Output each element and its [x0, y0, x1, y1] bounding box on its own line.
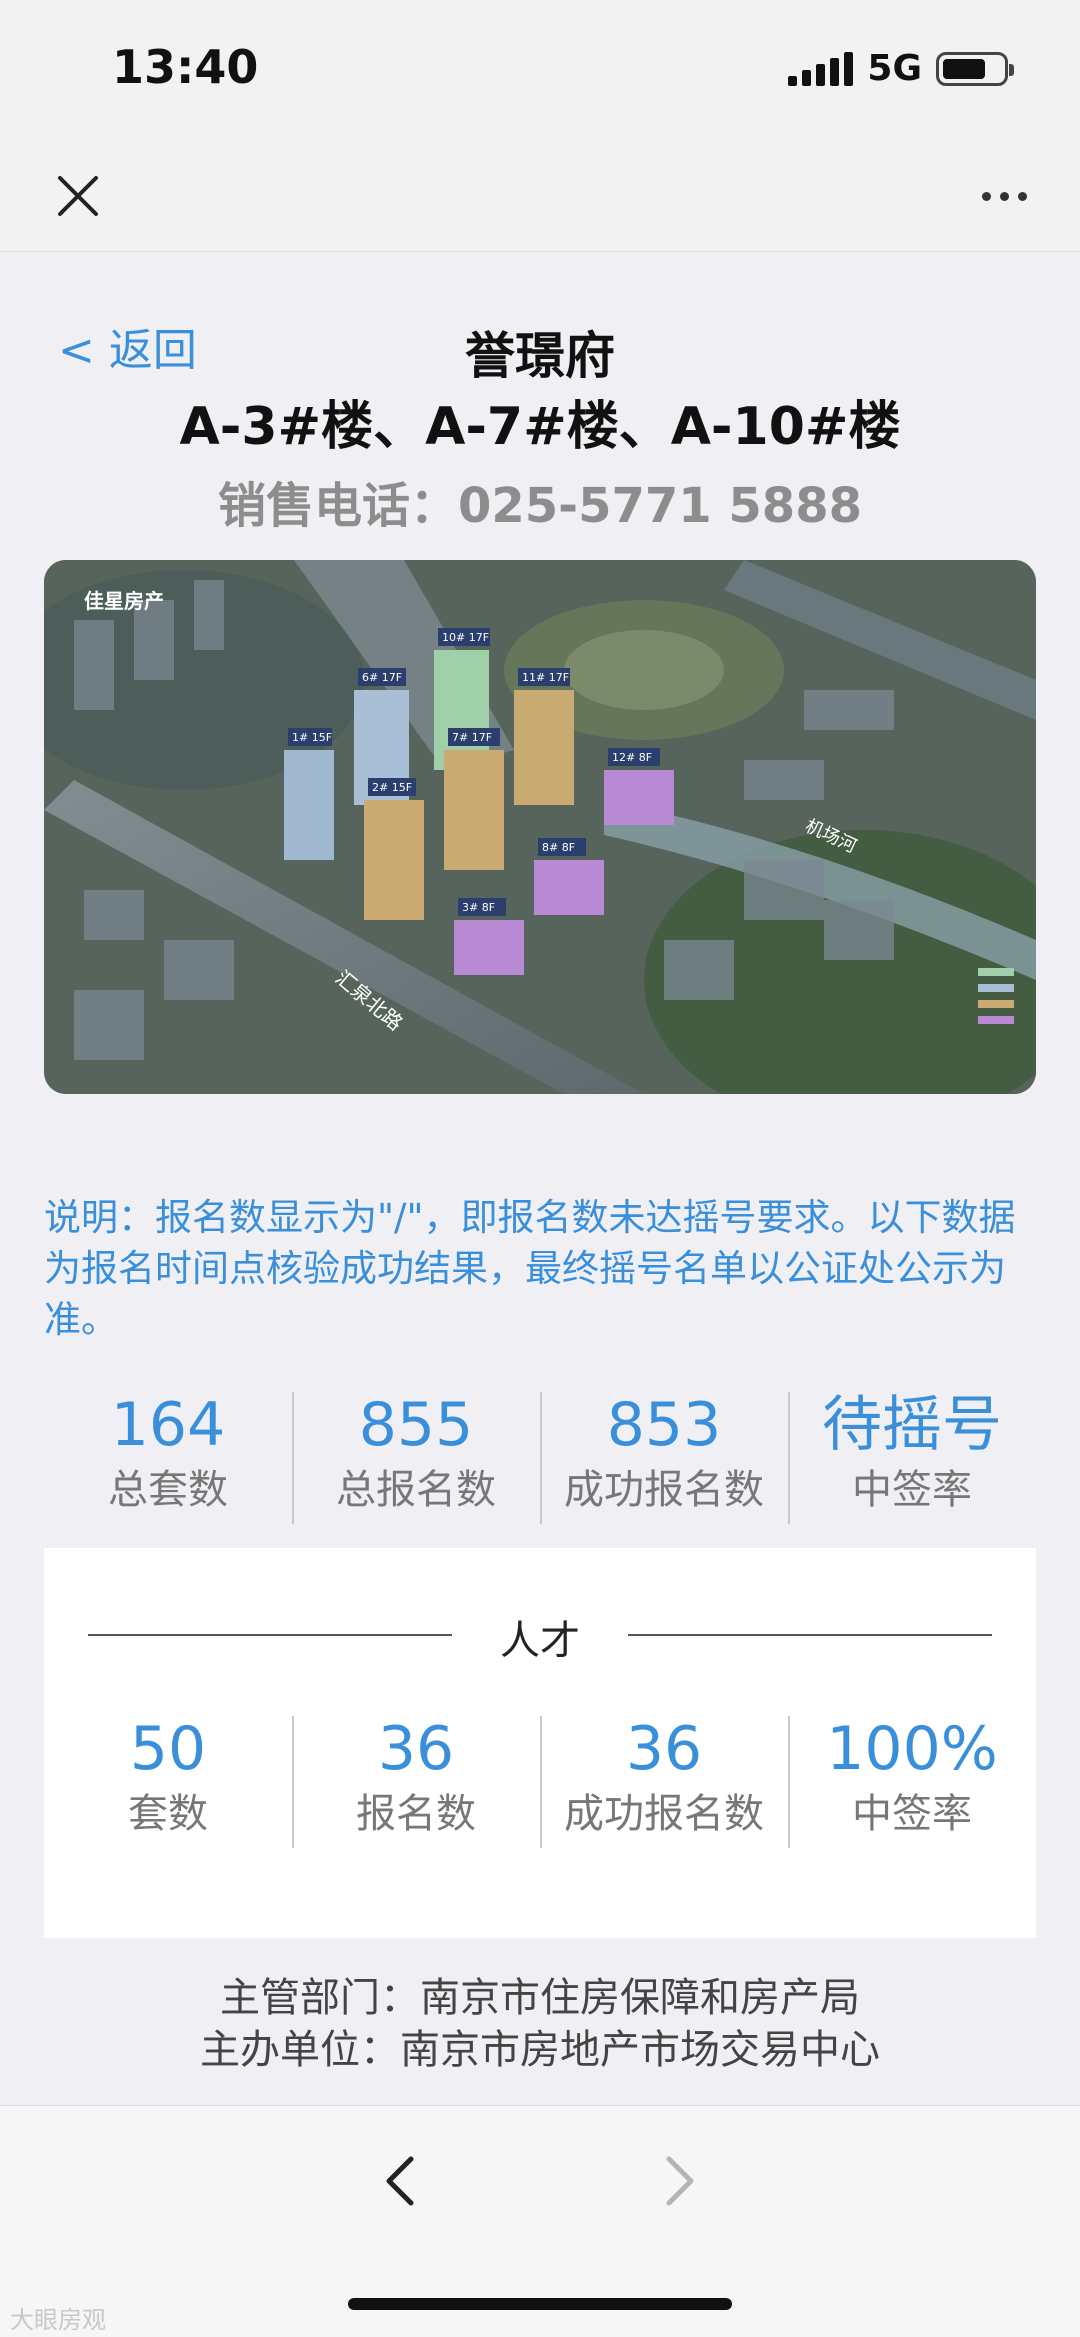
building-label-6: 12# 8F: [612, 751, 652, 764]
building-label-2: 10# 17F: [442, 631, 489, 644]
sales-phone[interactable]: 销售电话：025-5771 5888: [0, 466, 1080, 536]
brand-logo: 佳星房产: [84, 589, 164, 613]
close-icon[interactable]: [48, 166, 108, 226]
signal-icon: [788, 51, 854, 86]
page-content: < 返回 誉璟府 A-3#楼、A-7#楼、A-10#楼 销售电话：025-577…: [0, 252, 1080, 2105]
building-label-0: 1# 15F: [292, 731, 332, 744]
chevron-right-icon[interactable]: [650, 2146, 710, 2216]
stat-label: 成功报名数: [564, 1467, 764, 1513]
stat-label: 套数: [128, 1791, 208, 1837]
building-label-3: 11# 17F: [522, 671, 569, 684]
stat-value: 164: [110, 1390, 226, 1460]
stat-total-units: 164 总套数: [44, 1388, 292, 1518]
footer-dept: 主管部门：南京市住房保障和房产局: [220, 1975, 860, 2021]
stat-value: 36: [377, 1714, 455, 1784]
home-indicator[interactable]: [348, 2298, 732, 2310]
status-bar: 13:40 5G: [0, 0, 1080, 140]
footer-organizers: 主管部门：南京市住房保障和房产局 主办单位：南京市房地产市场交易中心: [0, 1972, 1080, 2076]
aerial-rendering: 1# 15F 6# 17F 10# 17F 11# 17F 7# 17F 2# …: [44, 560, 1036, 1094]
stat-label: 总报名数: [336, 1467, 496, 1513]
nav-bar: [0, 140, 1080, 252]
building-list: A-3#楼、A-7#楼、A-10#楼: [179, 397, 901, 457]
stat-label: 总套数: [108, 1467, 228, 1513]
overview-stats: 164 总套数 855 总报名数 853 成功报名数 待摇号 中签率: [44, 1388, 1036, 1524]
brand-name: 佳星房产: [84, 589, 164, 613]
talent-title: 人才: [500, 1618, 580, 1664]
building-label-4: 7# 17F: [452, 731, 492, 744]
talent-stat-successful: 36 成功报名数: [540, 1712, 788, 1848]
battery-icon: [936, 51, 1014, 86]
talent-stat-win-rate: 100% 中签率: [788, 1712, 1036, 1848]
stat-label: 中签率: [852, 1791, 972, 1837]
stat-value: 50: [129, 1714, 207, 1784]
stat-value: 855: [358, 1390, 474, 1460]
building-label-8: 3# 8F: [462, 901, 495, 914]
talent-stat-applicants: 36 报名数: [292, 1712, 540, 1848]
stat-total-applicants: 855 总报名数: [292, 1388, 540, 1524]
status-time: 13:40: [112, 40, 259, 94]
building-label-1: 6# 17F: [362, 671, 402, 684]
building-label-7: 8# 8F: [542, 841, 575, 854]
stat-win-rate: 待摇号 中签率: [788, 1388, 1036, 1524]
stat-value: 待摇号: [822, 1390, 1002, 1460]
talent-stats: 50 套数 36 报名数 36 成功报名数 100% 中签率: [44, 1712, 1036, 1848]
stat-value: 853: [606, 1390, 722, 1460]
divider: [628, 1634, 992, 1636]
building-label-5: 2# 15F: [372, 781, 412, 794]
stat-value: 100%: [826, 1714, 998, 1784]
footer-org: 主办单位：南京市房地产市场交易中心: [200, 2027, 880, 2073]
chevron-left-icon[interactable]: [370, 2146, 430, 2216]
network-type: 5G: [867, 48, 922, 89]
talent-stat-units: 50 套数: [44, 1712, 292, 1842]
talent-header: 人才: [88, 1604, 992, 1664]
stat-label: 成功报名数: [564, 1791, 764, 1837]
page-title: 誉璟府: [465, 327, 615, 385]
stat-value: 36: [625, 1714, 703, 1784]
stat-successful-applicants: 853 成功报名数: [540, 1388, 788, 1524]
status-indicators: 5G: [788, 48, 1014, 89]
notice-text: 说明：报名数显示为"/"，即报名数未达摇号要求。以下数据为报名时间点核验成功结果…: [44, 1196, 1016, 1341]
stat-label: 中签率: [852, 1467, 972, 1513]
battery-fill: [943, 58, 985, 79]
watermark: 大眼房观: [10, 2306, 106, 2334]
project-aerial-image: 1# 15F 6# 17F 10# 17F 11# 17F 7# 17F 2# …: [44, 560, 1036, 1094]
stat-label: 报名数: [356, 1791, 476, 1837]
more-dots-icon[interactable]: [964, 166, 1044, 226]
